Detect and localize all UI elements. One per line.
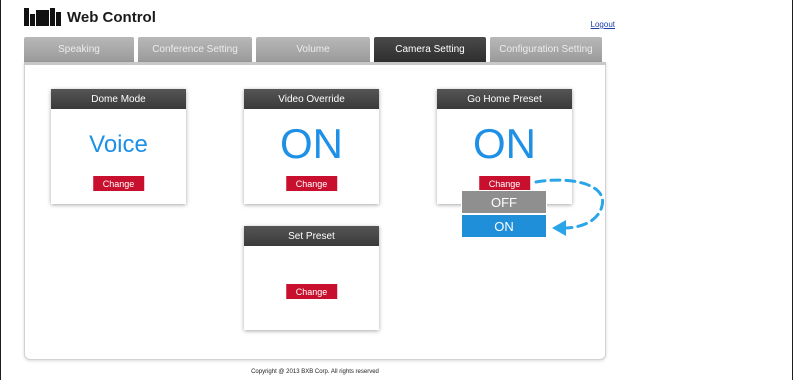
bxb-logo-mark [24,8,61,26]
go-home-preset-value: ON [473,120,536,167]
tab-speaking[interactable]: Speaking [24,37,134,62]
video-override-title: Video Override [244,89,379,109]
go-home-preset-change-button[interactable]: Change [478,176,531,191]
dome-mode-card: Dome Mode Voice Change [51,89,186,204]
app-title: Web Control [67,8,156,26]
logout-link[interactable]: Logout [591,20,615,29]
set-preset-card: Set Preset Change [244,226,379,330]
go-home-preset-title: Go Home Preset [437,89,572,109]
curved-arrow-icon [534,178,605,236]
tab-bar: Speaking Conference Setting Volume Camer… [24,37,602,62]
set-preset-title: Set Preset [244,226,379,246]
video-override-card: Video Override ON Change [244,89,379,204]
video-override-change-button[interactable]: Change [285,176,338,191]
tab-camera-setting[interactable]: Camera Setting [374,37,486,62]
logo: Web Control [24,8,156,26]
video-override-value: ON [280,120,343,167]
tab-volume[interactable]: Volume [256,37,370,62]
tab-conference-setting[interactable]: Conference Setting [138,37,252,62]
dome-mode-title: Dome Mode [51,89,186,109]
dome-mode-change-button[interactable]: Change [92,176,145,191]
panel-top-border [24,62,606,65]
set-preset-change-button[interactable]: Change [285,284,338,299]
copyright-text: Copyright @ 2013 BXB Corp. All rights re… [251,369,379,375]
tab-configuration-setting[interactable]: Configuration Setting [490,37,602,62]
dome-mode-value: Voice [89,131,148,158]
